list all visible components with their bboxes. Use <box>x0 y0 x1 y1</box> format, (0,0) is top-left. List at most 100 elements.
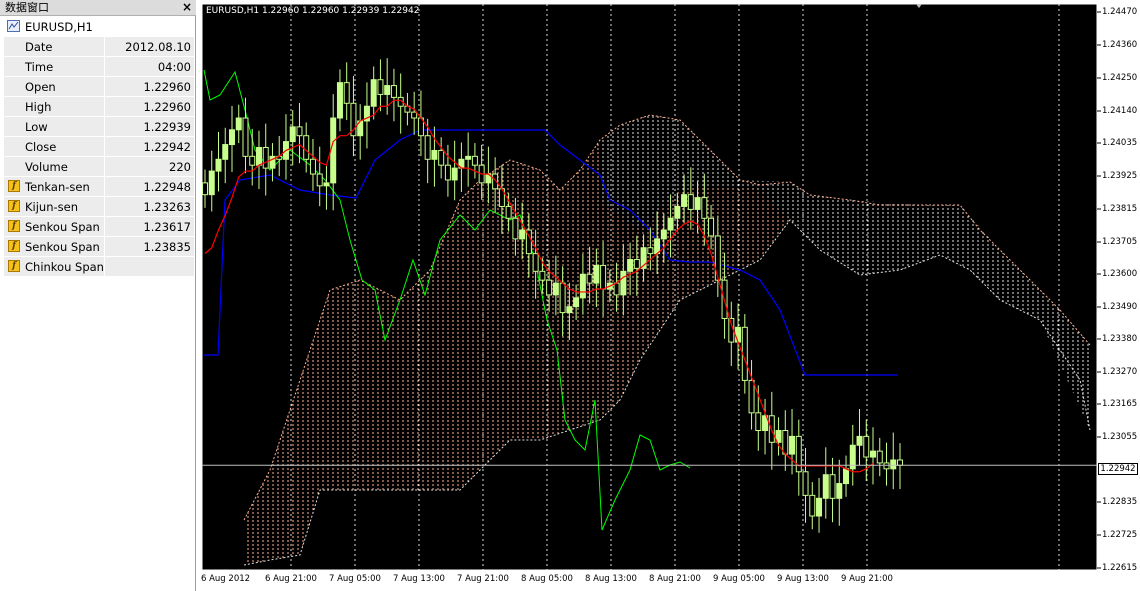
data-window-label: Senkou Span <box>25 240 100 254</box>
candle-body <box>235 117 242 131</box>
candle-body <box>573 297 580 308</box>
data-window-table: Date 2012.08.10 Time 04:00 Open 1.22960 High 1.… <box>4 37 194 277</box>
data-window-value-cell: 1.22939 <box>105 117 194 136</box>
price-tick-label: 1.23705 <box>1102 237 1138 247</box>
candle-body <box>748 379 755 414</box>
indicator-f-icon: f <box>8 180 20 192</box>
candle-body <box>708 217 715 237</box>
data-window-value: 2012.08.10 <box>125 40 191 54</box>
candle-body <box>627 259 634 272</box>
candle-body <box>566 306 573 314</box>
candle-body <box>202 182 208 196</box>
data-window-label-cell: f Kijun-sen <box>4 197 104 216</box>
candle-body <box>789 435 796 455</box>
candle-body <box>390 85 397 98</box>
candle-body <box>687 194 694 210</box>
candle-body <box>829 474 836 499</box>
candle-body <box>438 149 445 166</box>
time-tick-label: 7 Aug 21:00 <box>457 574 509 584</box>
candle-body <box>681 194 688 207</box>
candle-body <box>451 167 458 181</box>
price-tick-label: 1.23925 <box>1102 171 1138 181</box>
data-window-value-cell: 1.22942 <box>105 137 194 156</box>
time-tick-label: 6 Aug 2012 <box>201 574 251 584</box>
candle-body <box>822 474 829 499</box>
candle-body <box>890 459 897 470</box>
data-window-row: f Chinkou Span <box>4 257 194 277</box>
indicator-f-icon: f <box>8 220 20 232</box>
candle-body <box>559 282 566 314</box>
data-window-label-cell: Time <box>4 57 104 76</box>
time-tick-label: 7 Aug 05:00 <box>329 574 381 584</box>
data-window-value-cell: 1.23617 <box>105 217 194 236</box>
candle-body <box>215 158 222 172</box>
candle-body <box>755 412 762 431</box>
price-tick-label: 1.23380 <box>1102 334 1138 344</box>
candle-body <box>384 85 391 95</box>
data-window-value-cell <box>105 257 194 276</box>
data-window-value-cell: 1.22948 <box>105 177 194 196</box>
candle-body <box>316 173 323 187</box>
candle-body <box>694 197 701 210</box>
candle-body <box>465 155 472 160</box>
candle-body <box>593 264 600 284</box>
data-window-symbol: EURUSD,H1 <box>25 20 93 34</box>
candle-body <box>471 155 478 166</box>
data-window-symbol-row: EURUSD,H1 <box>0 17 196 37</box>
price-tick-label: 1.22725 <box>1102 530 1138 540</box>
data-window-label-cell: Close <box>4 137 104 156</box>
data-window-titlebar[interactable]: 数据窗口 × <box>0 0 196 16</box>
close-icon[interactable]: × <box>182 0 192 15</box>
candle-body <box>431 149 438 160</box>
price-tick-label: 1.23165 <box>1102 399 1138 409</box>
price-tick-label: 1.24250 <box>1102 73 1138 83</box>
data-window-value-cell: 1.23835 <box>105 237 194 256</box>
candle-body <box>289 126 296 143</box>
candle-body <box>714 235 721 281</box>
data-window-value: 1.23835 <box>143 240 191 254</box>
candle-body <box>512 217 519 240</box>
price-tick-label: 1.24470 <box>1102 7 1138 17</box>
data-window-value: 220 <box>169 160 191 174</box>
data-window-value-cell: 1.22960 <box>105 97 194 116</box>
data-window-label: High <box>25 100 52 114</box>
data-window-row: Date 2012.08.10 <box>4 37 194 57</box>
data-window-value: 1.23263 <box>143 200 191 214</box>
indicator-f-icon: f <box>8 240 20 252</box>
price-tick-label: 1.23270 <box>1102 367 1138 377</box>
data-window-row: f Senkou Span 1.23617 <box>4 217 194 237</box>
time-tick-label: 9 Aug 13:00 <box>777 574 829 584</box>
candle-body <box>505 205 512 219</box>
data-window-label: Volume <box>25 160 68 174</box>
data-window-label: Tenkan-sen <box>25 180 90 194</box>
data-window-label-cell: f Chinkou Span <box>4 257 104 276</box>
ichimoku-chart[interactable] <box>196 0 1140 591</box>
current-price-label: 1.22942 <box>1098 463 1138 475</box>
candle-body <box>552 282 559 296</box>
data-window-panel: 数据窗口 × EURUSD,H1 Date 2012.08.10 Time 04:00… <box>0 0 196 591</box>
data-window-label-cell: High <box>4 97 104 116</box>
data-window-label-cell: Open <box>4 77 104 96</box>
candle-body <box>633 259 640 269</box>
data-window-value: 1.22948 <box>143 180 191 194</box>
candle-body <box>674 205 681 219</box>
candle-body <box>444 164 451 181</box>
data-window-value: 1.22942 <box>143 140 191 154</box>
candle-body <box>660 229 667 240</box>
chart-window[interactable] <box>196 0 1140 591</box>
data-window-value-cell: 1.22960 <box>105 77 194 96</box>
chart-symbol-icon <box>7 20 20 32</box>
price-tick-label: 1.23600 <box>1102 269 1138 279</box>
candle-body <box>836 483 843 499</box>
data-window-value-cell: 1.23263 <box>105 197 194 216</box>
candle-body <box>303 135 310 160</box>
candle-body <box>377 79 384 95</box>
data-window-row: High 1.22960 <box>4 97 194 117</box>
candle-body <box>883 462 890 470</box>
candle-body <box>309 158 316 175</box>
price-tick-label: 1.23055 <box>1102 432 1138 442</box>
price-tick-label: 1.22615 <box>1102 563 1138 573</box>
candle-body <box>816 497 823 517</box>
data-window-row: Close 1.22942 <box>4 137 194 157</box>
data-window-value-cell: 220 <box>105 157 194 176</box>
